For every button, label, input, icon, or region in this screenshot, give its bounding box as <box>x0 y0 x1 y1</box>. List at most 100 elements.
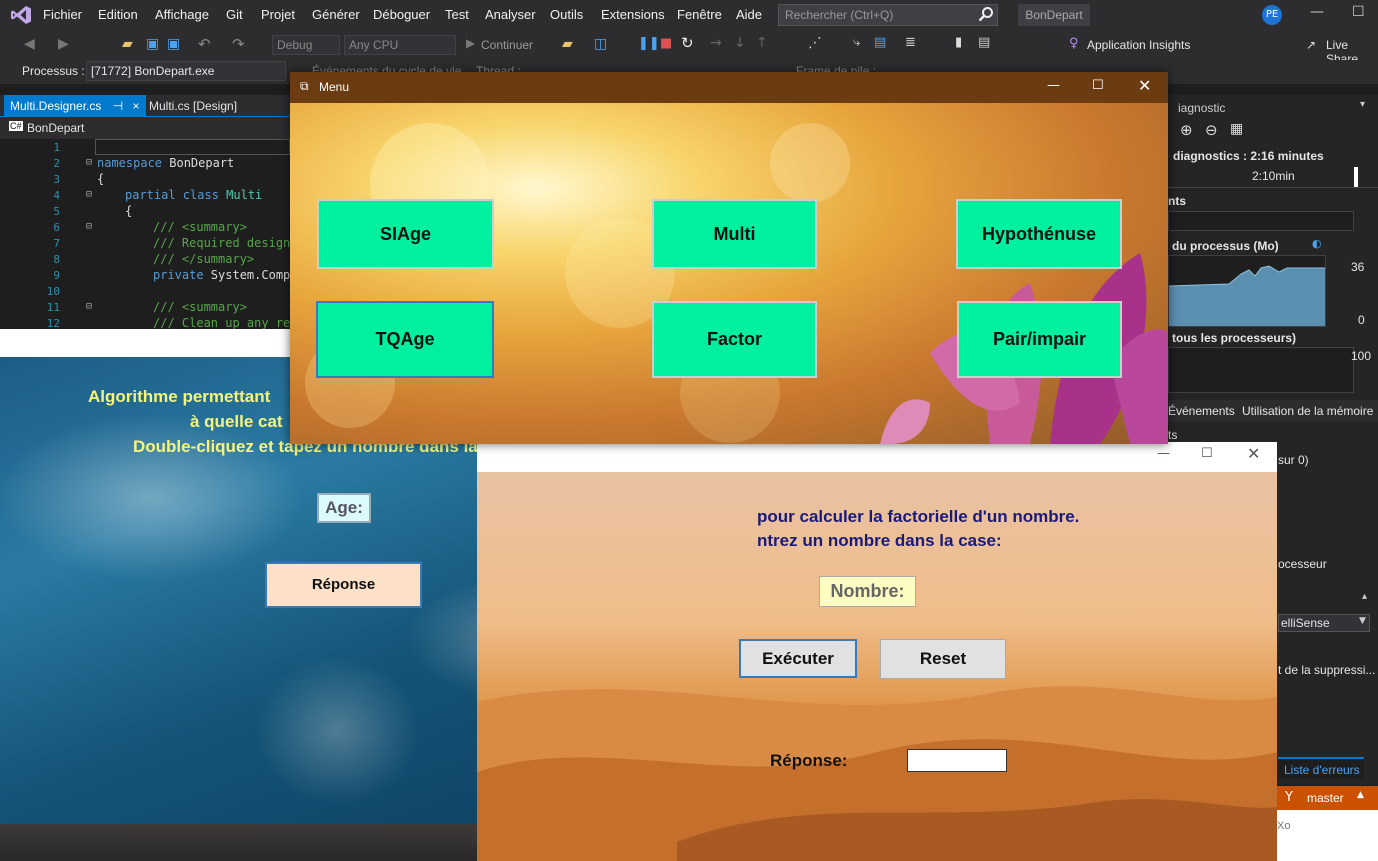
tab-memory-usage[interactable]: Utilisation de la mémoire <box>1242 404 1373 418</box>
status-bar-branch[interactable]: Y master ▲ <box>1277 786 1378 810</box>
events-sec: ts <box>1168 428 1178 442</box>
tab-multi-design[interactable]: Multi.cs [Design] <box>143 95 243 117</box>
step-over-icon[interactable]: → <box>710 35 722 51</box>
save-icon[interactable]: ▣ <box>146 36 159 52</box>
app-insights-button[interactable]: Application Insights <box>1087 38 1190 52</box>
events-track[interactable] <box>1168 211 1354 231</box>
response-field[interactable] <box>907 749 1007 772</box>
maximize-icon[interactable]: ☐ <box>1352 4 1365 20</box>
step-out-icon[interactable]: ↑ <box>756 35 768 51</box>
menu-form-window[interactable]: ⧉ Menu — ☐ ✕ SIAge Multi Hypothénuse TQA… <box>290 72 1168 444</box>
reset-zoom-icon[interactable]: ▦ <box>1230 121 1243 137</box>
hot-reload-icon[interactable]: ▤ <box>874 35 886 50</box>
undo-icon[interactable]: ↶ <box>198 35 211 53</box>
collapse-icon[interactable]: ⊟ <box>86 157 92 168</box>
continue-icon[interactable]: ▶ <box>466 36 475 50</box>
browser-icon[interactable]: ◫ <box>594 36 607 52</box>
menu-item-aide[interactable]: Aide <box>736 7 762 22</box>
factor-form-window[interactable]: — ☐ ✕ pour calculer la factorielle d'un … <box>477 442 1277 861</box>
menu-item-extensions[interactable]: Extensions <box>601 7 665 22</box>
menu-item-test[interactable]: Test <box>445 7 469 22</box>
maximize-icon[interactable]: ☐ <box>1201 446 1213 461</box>
stop-icon[interactable]: ■ <box>660 36 672 51</box>
memory-graph-area <box>1169 265 1325 326</box>
collapse-icon[interactable]: ⊟ <box>86 189 92 200</box>
hypotenuse-button[interactable]: Hypothénuse <box>956 199 1122 269</box>
close-icon[interactable]: ✕ <box>1138 76 1151 95</box>
minimize-icon[interactable]: — <box>1047 78 1060 93</box>
redo-icon[interactable]: ↷ <box>232 35 245 53</box>
memory-graph[interactable] <box>1168 255 1326 327</box>
menu-title-bar[interactable]: ⧉ Menu — ☐ ✕ <box>290 72 1168 103</box>
tab-multi-designer[interactable]: Multi.Designer.cs ⊣ × <box>4 95 146 117</box>
pause-icon[interactable]: ❚❚ <box>638 36 660 51</box>
open-file-icon[interactable]: ▰ <box>562 36 573 52</box>
menu-item-affichage[interactable]: Affichage <box>155 7 209 22</box>
tab-events[interactable]: Événements <box>1168 404 1235 418</box>
zoom-out-icon[interactable]: ⊖ <box>1205 121 1218 139</box>
restart-icon[interactable]: ↻ <box>681 34 694 52</box>
chevron-up-icon[interactable]: ▴ <box>1362 591 1367 602</box>
minimize-icon[interactable]: — <box>1310 4 1324 20</box>
memory-max: 36 <box>1351 260 1365 274</box>
platform-dropdown[interactable]: Any CPU <box>344 35 456 55</box>
menu-item-edition[interactable]: Edition <box>98 7 138 22</box>
code-editor[interactable]: 1 2 3 4 5 6 7 8 9 10 11 12 ⊟ ⊟ ⊟ ⊟ names… <box>0 139 305 330</box>
bookmark-icon[interactable]: ▮ <box>955 35 962 50</box>
suppression-column: t de la suppressi... <box>1278 663 1376 677</box>
menu-item-fichier[interactable]: Fichier <box>43 7 82 22</box>
tab-error-list[interactable]: Liste d'erreurs <box>1278 757 1364 779</box>
menu-item-git[interactable]: Git <box>226 7 243 22</box>
namespace-dropdown[interactable]: BonDepart <box>27 121 84 135</box>
menu-item-deboguer[interactable]: Déboguer <box>373 7 430 22</box>
close-icon[interactable]: × <box>133 99 140 113</box>
align-icon[interactable]: ≣ <box>905 35 916 50</box>
threads-icon[interactable]: ⋰ <box>808 35 822 51</box>
close-icon[interactable]: ✕ <box>1247 444 1260 463</box>
menu-item-projet[interactable]: Projet <box>261 7 295 22</box>
config-dropdown[interactable]: Debug <box>272 35 340 55</box>
error-list-label: Liste d'erreurs <box>1284 763 1360 777</box>
zoom-in-icon[interactable]: ⊕ <box>1180 121 1193 139</box>
timeline-cursor[interactable] <box>1354 167 1358 187</box>
execute-button[interactable]: Exécuter <box>739 639 857 678</box>
intellisense-dropdown[interactable]: elliSense ▼ <box>1278 614 1370 632</box>
collapse-icon[interactable]: ⊟ <box>86 221 92 232</box>
open-folder-icon[interactable]: ▰ <box>122 36 133 52</box>
visual-studio-logo-icon[interactable] <box>10 4 32 26</box>
maximize-icon[interactable]: ☐ <box>1092 78 1104 93</box>
bookmark-prev-icon[interactable]: ▤ <box>978 35 990 50</box>
pair-impair-button[interactable]: Pair/impair <box>957 301 1122 378</box>
factor-button[interactable]: Factor <box>652 301 817 378</box>
pin-icon[interactable]: ⊣ <box>113 99 123 113</box>
avatar[interactable]: PE <box>1262 5 1282 25</box>
save-all-icon[interactable]: ▣ <box>167 36 180 52</box>
search-input[interactable]: Rechercher (Ctrl+Q) <box>778 4 998 26</box>
siage-button[interactable]: SIAge <box>317 199 494 269</box>
response-button[interactable]: Réponse <box>265 562 422 608</box>
reset-button[interactable]: Reset <box>880 639 1006 679</box>
multi-button[interactable]: Multi <box>652 199 817 269</box>
menu-item-outils[interactable]: Outils <box>550 7 583 22</box>
menu-item-analyser[interactable]: Analyser <box>485 7 536 22</box>
cpu-graph[interactable] <box>1168 347 1354 393</box>
pin-icon[interactable]: ▾ <box>1360 99 1365 110</box>
process-dropdown[interactable]: [71772] BonDepart.exe <box>86 61 286 81</box>
tqage-button[interactable]: TQAge <box>316 301 494 378</box>
collapse-icon[interactable]: ⊟ <box>86 301 92 312</box>
step-into-icon[interactable]: ↓ <box>734 35 746 51</box>
flower-bokeh-image <box>305 123 1168 444</box>
forward-icon[interactable]: ▶ <box>58 36 69 52</box>
menu-item-fenetre[interactable]: Fenêtre <box>677 7 722 22</box>
snapshot-icon[interactable]: ◐ <box>1312 237 1322 250</box>
continue-button[interactable]: Continuer <box>481 38 533 52</box>
keyword: namespace <box>97 156 163 170</box>
show-next-statement-icon[interactable]: ⤷ <box>853 35 860 50</box>
age-description-line2: à quelle cat <box>190 412 283 431</box>
menu-item-generer[interactable]: Générer <box>312 7 360 22</box>
number-label: Nombre: <box>819 576 916 607</box>
factor-title-bar[interactable]: — ☐ ✕ <box>477 442 1277 472</box>
events-count: sur 0) <box>1278 453 1309 467</box>
back-icon[interactable]: ◀ <box>24 36 35 52</box>
minimize-icon[interactable]: — <box>1157 446 1170 461</box>
